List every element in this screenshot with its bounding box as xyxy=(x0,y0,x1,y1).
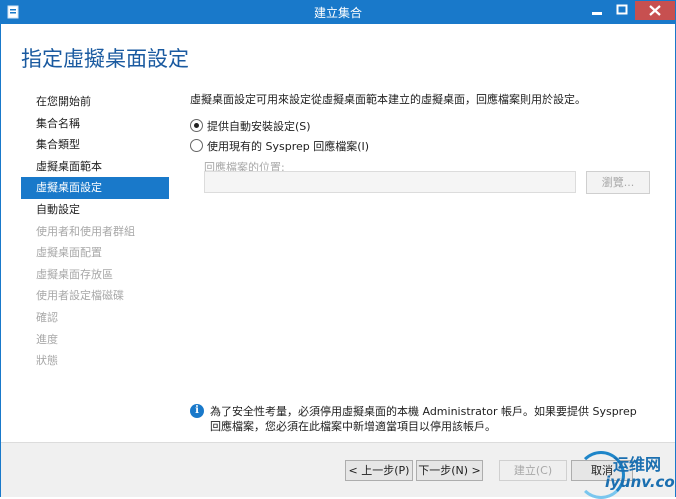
nav-item-collection-type[interactable]: 集合類型 xyxy=(21,134,169,156)
create-button: 建立(C) xyxy=(499,460,567,481)
nav-item-virtual-desktop-allocation: 虛擬桌面配置 xyxy=(36,246,102,260)
page-title: 指定虛擬桌面設定 xyxy=(21,47,189,71)
window-title: 建立集合 xyxy=(313,6,362,20)
close-button[interactable] xyxy=(635,1,675,20)
maximize-button[interactable] xyxy=(610,1,635,20)
next-button[interactable]: 下一步(N) > xyxy=(416,460,483,481)
radio-button-unchecked[interactable] xyxy=(190,139,203,152)
previous-button[interactable]: < 上一步(P) xyxy=(345,460,413,481)
page-description: 虛擬桌面設定可用來設定從虛擬桌面範本建立的虛擬桌面，回應檔案則用於設定。 xyxy=(190,93,586,106)
nav-item-unattended-settings[interactable]: 自動設定 xyxy=(21,199,169,221)
nav-item-confirmation: 確認 xyxy=(36,310,58,324)
wizard-navigation: 在您開始前 集合名稱 集合類型 虛擬桌面範本 虛擬桌面設定 自動設定 使用者和使… xyxy=(21,91,169,372)
watermark-logo: 运维网 iyunv.com xyxy=(575,449,676,499)
maximize-icon xyxy=(616,4,628,15)
nav-item-before-you-begin[interactable]: 在您開始前 xyxy=(21,91,169,113)
nav-item-virtual-desktop-template[interactable]: 虛擬桌面範本 xyxy=(21,156,169,178)
nav-item-user-profile-disks: 使用者設定檔磁碟 xyxy=(36,289,124,303)
create-collection-wizard-window: 建立集合 指定虛擬桌面設定 在您開始前 集合名稱 集合類型 虛擬桌面範本 虛擬桌… xyxy=(0,0,676,499)
radio-label: 使用現有的 Sysprep 回應檔案(I) xyxy=(207,140,370,153)
nav-item-virtual-desktop-settings[interactable]: 虛擬桌面設定 xyxy=(21,177,169,199)
watermark-cn-text: 运维网 xyxy=(613,455,662,474)
info-text: 為了安全性考量，必須停用虛擬桌面的本機 Administrator 帳戶。如果要… xyxy=(210,405,637,433)
watermark-en-text: iyunv.com xyxy=(605,473,676,491)
info-icon: i xyxy=(190,404,204,418)
nav-item-users-and-groups: 使用者和使用者群組 xyxy=(36,224,135,238)
answer-file-location-input[interactable] xyxy=(204,171,576,193)
radio-label: 提供自動安裝設定(S) xyxy=(207,120,311,133)
nav-item-progress: 進度 xyxy=(36,332,58,346)
minimize-button[interactable] xyxy=(584,1,610,20)
browse-button[interactable]: 瀏覽... xyxy=(586,171,650,194)
minimize-icon xyxy=(592,12,602,15)
title-bar[interactable]: 建立集合 xyxy=(1,1,675,24)
radio-button-checked[interactable] xyxy=(190,119,203,132)
nav-item-collection-name[interactable]: 集合名稱 xyxy=(21,113,169,135)
nav-item-virtual-desktop-storage: 虛擬桌面存放區 xyxy=(36,267,113,281)
close-icon xyxy=(649,5,661,16)
nav-item-results: 狀態 xyxy=(36,354,58,368)
